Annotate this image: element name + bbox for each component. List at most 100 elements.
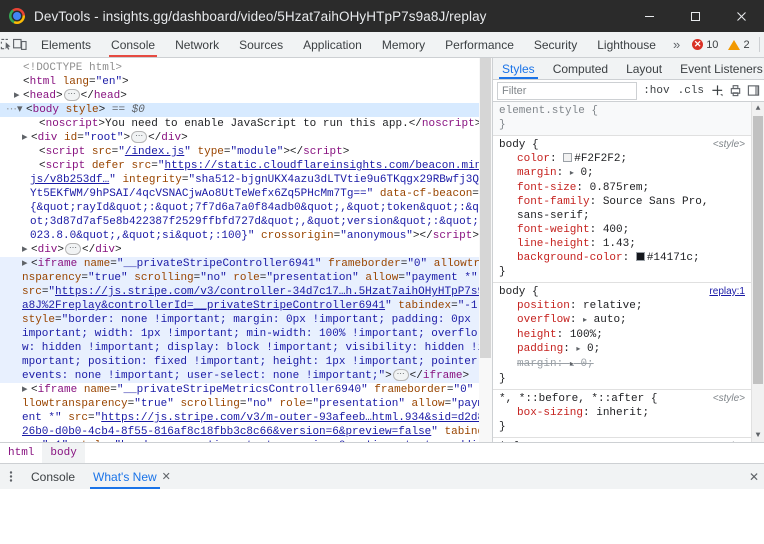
device-toolbar-icon[interactable]: [13, 32, 27, 57]
maximize-button[interactable]: [672, 0, 718, 32]
dom-node-row[interactable]: <script defer src="https://static.cloudf…: [0, 159, 492, 243]
close-button[interactable]: [718, 0, 764, 32]
expand-arrow-icon[interactable]: [22, 131, 31, 145]
css-rule-origin[interactable]: replay:1: [703, 285, 745, 299]
dom-node-row[interactable]: <noscript>You need to enable JavaScript …: [0, 117, 492, 131]
css-selector[interactable]: * {: [499, 440, 707, 442]
hov-toggle[interactable]: :hov: [639, 82, 673, 100]
tab-lighthouse[interactable]: Lighthouse: [587, 32, 666, 57]
css-rule[interactable]: element.style {}: [493, 102, 751, 136]
drawer-tab-whats-new[interactable]: What's New ✕: [84, 464, 180, 489]
css-selector[interactable]: *, *::before, *::after {: [499, 392, 707, 406]
tab-elements[interactable]: Elements: [31, 32, 101, 57]
dom-node-row[interactable]: <div id="root">⋯</div>: [0, 131, 492, 145]
expand-shorthand-icon[interactable]: ▸: [576, 345, 580, 354]
css-declaration[interactable]: height: 100%;: [499, 328, 745, 342]
breadcrumb-item-html[interactable]: html: [0, 443, 42, 463]
tab-styles[interactable]: Styles: [493, 58, 544, 79]
plus-icon[interactable]: [708, 82, 726, 100]
dom-node-row[interactable]: <!DOCTYPE html>: [0, 61, 492, 75]
tab-elements-label: Elements: [41, 37, 92, 52]
tab-performance[interactable]: Performance: [435, 32, 524, 57]
tab-sources[interactable]: Sources: [229, 32, 293, 57]
color-swatch[interactable]: [563, 153, 573, 162]
dom-node-row[interactable]: <iframe name="__privateStripeController6…: [0, 257, 492, 383]
drawer-tab-close-icon[interactable]: ✕: [162, 470, 171, 483]
tab-event-listeners[interactable]: Event Listeners: [671, 58, 764, 79]
dom-node-row[interactable]: <html lang="en">: [0, 75, 492, 89]
color-swatch[interactable]: [635, 252, 645, 261]
dom-node-row[interactable]: <script src="/index.js" type="module"></…: [0, 145, 492, 159]
tab-network[interactable]: Network: [165, 32, 229, 57]
css-rule[interactable]: *, *::before, *::after {<style> box-sizin…: [493, 390, 751, 438]
styles-rules-list[interactable]: element.style {} body {<style> color: #F2F…: [493, 102, 764, 442]
styles-filter-input[interactable]: Filter: [497, 81, 638, 100]
dom-node-row[interactable]: <iframe name="__privateStripeMetricsCont…: [0, 383, 492, 442]
styles-scrollbar[interactable]: ▲ ▼: [751, 102, 764, 442]
expand-shorthand-icon[interactable]: ▸: [583, 316, 587, 325]
issue-badges[interactable]: ✕ 10 2 ! 1: [687, 36, 764, 54]
expand-arrow-icon[interactable]: [22, 243, 31, 257]
drawer-tab-console[interactable]: Console: [22, 464, 84, 489]
tab-memory[interactable]: Memory: [372, 32, 435, 57]
inspect-element-icon[interactable]: [0, 32, 13, 57]
dom-node-row[interactable]: <head>⋯</head>: [0, 89, 492, 103]
expand-shorthand-icon[interactable]: ▸: [570, 169, 574, 178]
css-declaration[interactable]: font-weight: 400;: [499, 223, 745, 237]
expand-arrow-icon[interactable]: [22, 383, 31, 397]
elements-dom-tree[interactable]: <!DOCTYPE html><html lang="en"><head>⋯</…: [0, 58, 493, 442]
css-declaration[interactable]: padding: ▸ 0;: [499, 342, 745, 357]
expand-shorthand-icon[interactable]: ▸: [570, 360, 574, 369]
css-declaration[interactable]: margin: ▸ 0;: [499, 357, 745, 372]
drawer-close-icon[interactable]: ✕: [749, 470, 759, 484]
css-declaration[interactable]: line-height: 1.43;: [499, 237, 745, 251]
scroll-up-arrow[interactable]: ▲: [752, 102, 764, 115]
tab-console[interactable]: Console: [101, 32, 165, 57]
error-badge[interactable]: ✕ 10: [687, 36, 723, 54]
tab-layout[interactable]: Layout: [617, 58, 671, 79]
dom-node-row[interactable]: <div>⋯</div>: [0, 243, 492, 257]
css-declaration[interactable]: font-family: Source Sans Pro, sans-serif…: [499, 195, 745, 223]
warning-badge[interactable]: 2: [723, 36, 754, 54]
css-declaration[interactable]: background-color: #14171c;: [499, 251, 745, 265]
cls-toggle[interactable]: .cls: [674, 82, 708, 100]
tab-security[interactable]: Security: [524, 32, 587, 57]
tab-application[interactable]: Application: [293, 32, 372, 57]
css-rule[interactable]: body { replay:1 position: relative; overflo…: [493, 283, 751, 390]
css-selector[interactable]: body {: [499, 138, 707, 152]
tab-computed[interactable]: Computed: [544, 58, 617, 79]
scroll-down-arrow[interactable]: ▼: [752, 429, 764, 442]
toggle-sidebar-icon[interactable]: [744, 82, 762, 100]
expand-arrow-icon[interactable]: [22, 257, 31, 271]
css-value: 0: [587, 343, 594, 355]
more-tabs-icon[interactable]: »: [666, 32, 687, 57]
dom-node-row[interactable]: ⋯<body style> == $0: [0, 103, 492, 117]
css-selector[interactable]: element.style {: [499, 104, 745, 118]
styles-scrollbar-thumb[interactable]: [753, 116, 763, 384]
dom-scrollbar-thumb[interactable]: [480, 58, 491, 358]
print-style-icon[interactable]: [726, 82, 744, 100]
css-origin-link[interactable]: replay:1: [709, 286, 745, 297]
css-declaration[interactable]: color: #F2F2F2;: [499, 152, 745, 166]
css-declaration[interactable]: margin: ▸ 0;: [499, 166, 745, 181]
minimize-button[interactable]: [626, 0, 672, 32]
breadcrumb-item-body[interactable]: body: [42, 443, 85, 463]
css-property: height: [517, 329, 557, 341]
expand-arrow-icon[interactable]: [17, 103, 26, 117]
css-declaration[interactable]: box-sizing: inherit;: [499, 406, 745, 420]
dom-scrollbar[interactable]: [479, 58, 492, 442]
drawer-kebab-menu-icon[interactable]: [0, 464, 22, 489]
css-property: box-sizing: [517, 407, 584, 419]
css-property: padding: [517, 343, 564, 355]
css-property: overflow: [517, 314, 570, 326]
css-value: 1.43: [602, 238, 630, 250]
expand-arrow-icon[interactable]: [14, 89, 23, 103]
tab-sources-label: Sources: [239, 37, 284, 52]
css-declaration[interactable]: overflow: ▸ auto;: [499, 313, 745, 328]
css-declaration[interactable]: font-size: 0.875rem;: [499, 181, 745, 195]
css-rule[interactable]: body {<style> color: #F2F2F2; margin: ▸ 0;…: [493, 136, 751, 283]
css-declaration[interactable]: position: relative;: [499, 299, 745, 313]
css-selector[interactable]: body {: [499, 285, 703, 299]
css-rule[interactable]: * {<style>scrollbar-color: #585963 trans…: [493, 438, 751, 442]
dom-tree-rows: <!DOCTYPE html><html lang="en"><head>⋯</…: [0, 58, 492, 442]
